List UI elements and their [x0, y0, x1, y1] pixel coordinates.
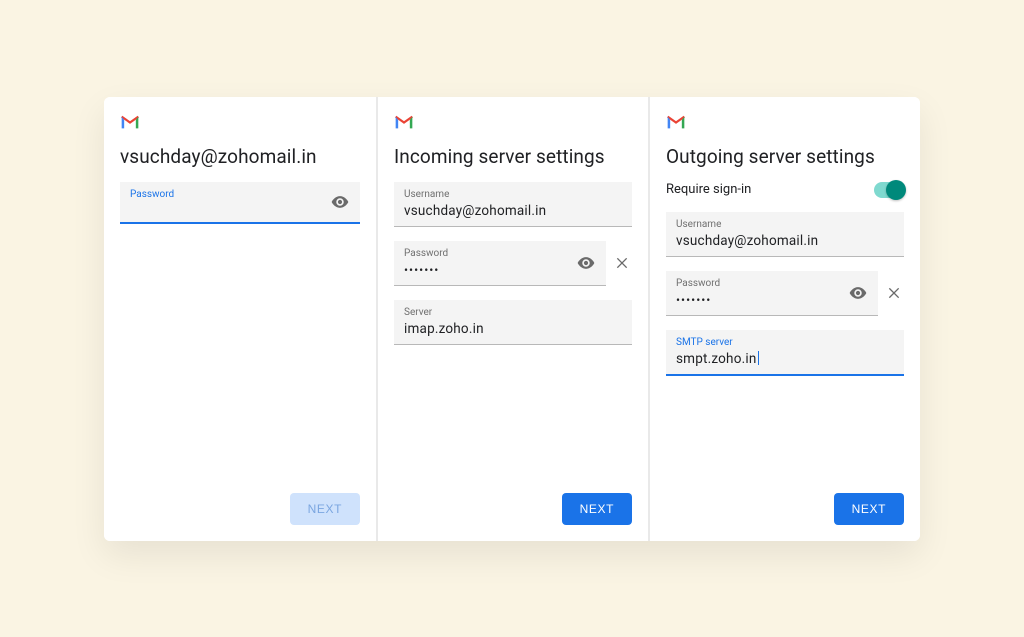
- username-value: vsuchday@zohomail.in: [676, 232, 894, 250]
- eye-icon[interactable]: [330, 192, 350, 212]
- next-button[interactable]: NEXT: [290, 493, 360, 525]
- screen-outgoing: Outgoing server settings Require sign-in…: [648, 97, 920, 541]
- password-value: •••••••: [676, 291, 868, 309]
- gmail-logo-icon: [120, 115, 140, 131]
- server-label: Server: [404, 307, 622, 318]
- page-title: Outgoing server settings: [666, 145, 904, 168]
- gmail-logo-icon: [666, 115, 686, 131]
- gmail-logo-icon: [394, 115, 414, 131]
- smtp-label: SMTP server: [676, 337, 894, 348]
- next-button[interactable]: NEXT: [834, 493, 904, 525]
- eye-icon[interactable]: [848, 283, 868, 303]
- password-label: Password: [676, 278, 868, 289]
- screen-incoming: Incoming server settings Username vsuchd…: [376, 97, 648, 541]
- server-field[interactable]: Server imap.zoho.in: [394, 300, 632, 345]
- password-field[interactable]: Password: [120, 182, 360, 224]
- smtp-value: smpt.zoho.in: [676, 350, 894, 368]
- username-field[interactable]: Username vsuchday@zohomail.in: [394, 182, 632, 227]
- eye-icon[interactable]: [576, 253, 596, 273]
- password-field[interactable]: Password •••••••: [394, 241, 606, 286]
- username-label: Username: [676, 219, 894, 230]
- password-row: Password •••••••: [394, 241, 632, 286]
- next-button[interactable]: NEXT: [562, 493, 632, 525]
- screen-password: vsuchday@zohomail.in Password NEXT: [104, 97, 376, 541]
- password-label: Password: [404, 248, 596, 259]
- require-signin-label: Require sign-in: [666, 182, 751, 197]
- clear-icon[interactable]: [884, 283, 904, 303]
- password-field[interactable]: Password •••••••: [666, 271, 878, 316]
- password-row: Password •••••••: [666, 271, 904, 316]
- page-title: Incoming server settings: [394, 145, 632, 168]
- screens-row: vsuchday@zohomail.in Password NEXT Incom…: [104, 97, 920, 541]
- password-value: •••••••: [404, 261, 596, 279]
- username-value: vsuchday@zohomail.in: [404, 202, 622, 220]
- username-label: Username: [404, 189, 622, 200]
- clear-icon[interactable]: [612, 253, 632, 273]
- password-value: [130, 202, 350, 216]
- require-signin-toggle[interactable]: [874, 182, 904, 198]
- password-label: Password: [130, 189, 350, 200]
- smtp-server-field[interactable]: SMTP server smpt.zoho.in: [666, 330, 904, 376]
- require-signin-row: Require sign-in: [666, 182, 904, 198]
- username-field[interactable]: Username vsuchday@zohomail.in: [666, 212, 904, 257]
- server-value: imap.zoho.in: [404, 320, 622, 338]
- email-title: vsuchday@zohomail.in: [120, 145, 360, 168]
